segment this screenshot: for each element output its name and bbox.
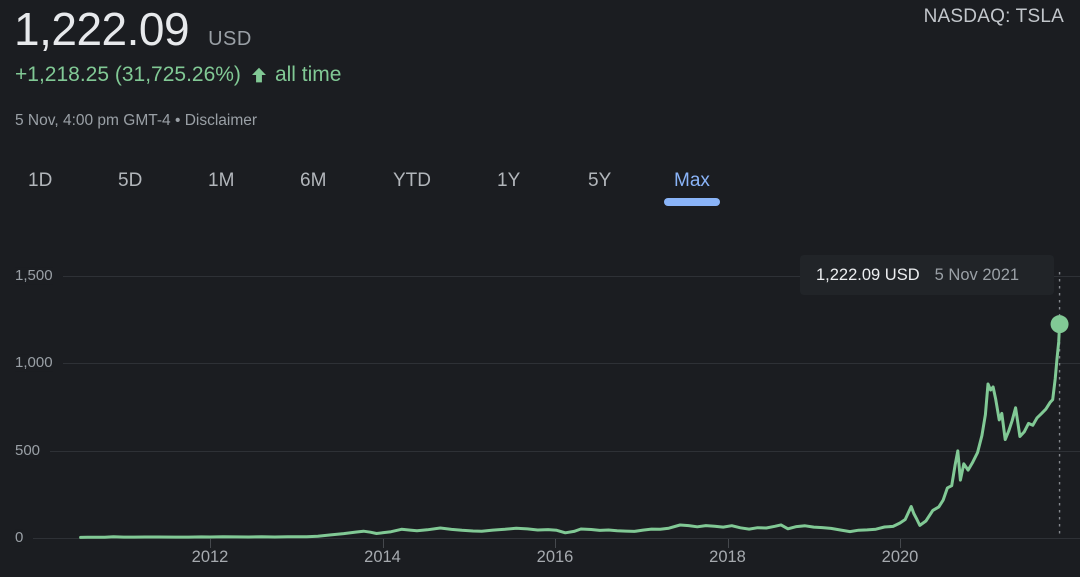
tooltip-price: 1,222.09 USD bbox=[816, 266, 920, 285]
y-axis-label: 0 bbox=[15, 529, 23, 546]
y-axis-label: 1,000 bbox=[15, 354, 53, 371]
gridline bbox=[50, 451, 1080, 452]
last-price-marker bbox=[1051, 315, 1069, 333]
x-axis-label: 2020 bbox=[882, 548, 919, 567]
y-axis-label: 500 bbox=[15, 442, 40, 459]
x-axis-tick bbox=[728, 539, 729, 548]
tooltip-date: 5 Nov 2021 bbox=[935, 266, 1019, 285]
stock-quote-widget: 1,222.09 USD NASDAQ: TSLA +1,218.25 (31,… bbox=[0, 0, 1080, 577]
x-axis-label: 2016 bbox=[537, 548, 574, 567]
x-axis-tick bbox=[210, 539, 211, 548]
x-axis-label: 2018 bbox=[709, 548, 746, 567]
x-axis-tick bbox=[383, 539, 384, 548]
chart-tooltip: 1,222.09 USD 5 Nov 2021 bbox=[800, 255, 1054, 295]
x-axis-label: 2014 bbox=[364, 548, 401, 567]
price-line-series bbox=[81, 324, 1060, 537]
x-axis-label: 2012 bbox=[192, 548, 229, 567]
gridline bbox=[33, 538, 1080, 539]
y-axis-label: 1,500 bbox=[15, 267, 53, 284]
gridline bbox=[63, 363, 1080, 364]
price-chart-area[interactable]: 1,222.09 USD 5 Nov 2021 1,500 1,000 500 0 20… bbox=[0, 0, 1080, 577]
x-axis-tick bbox=[900, 539, 901, 548]
x-axis-tick bbox=[555, 539, 556, 548]
